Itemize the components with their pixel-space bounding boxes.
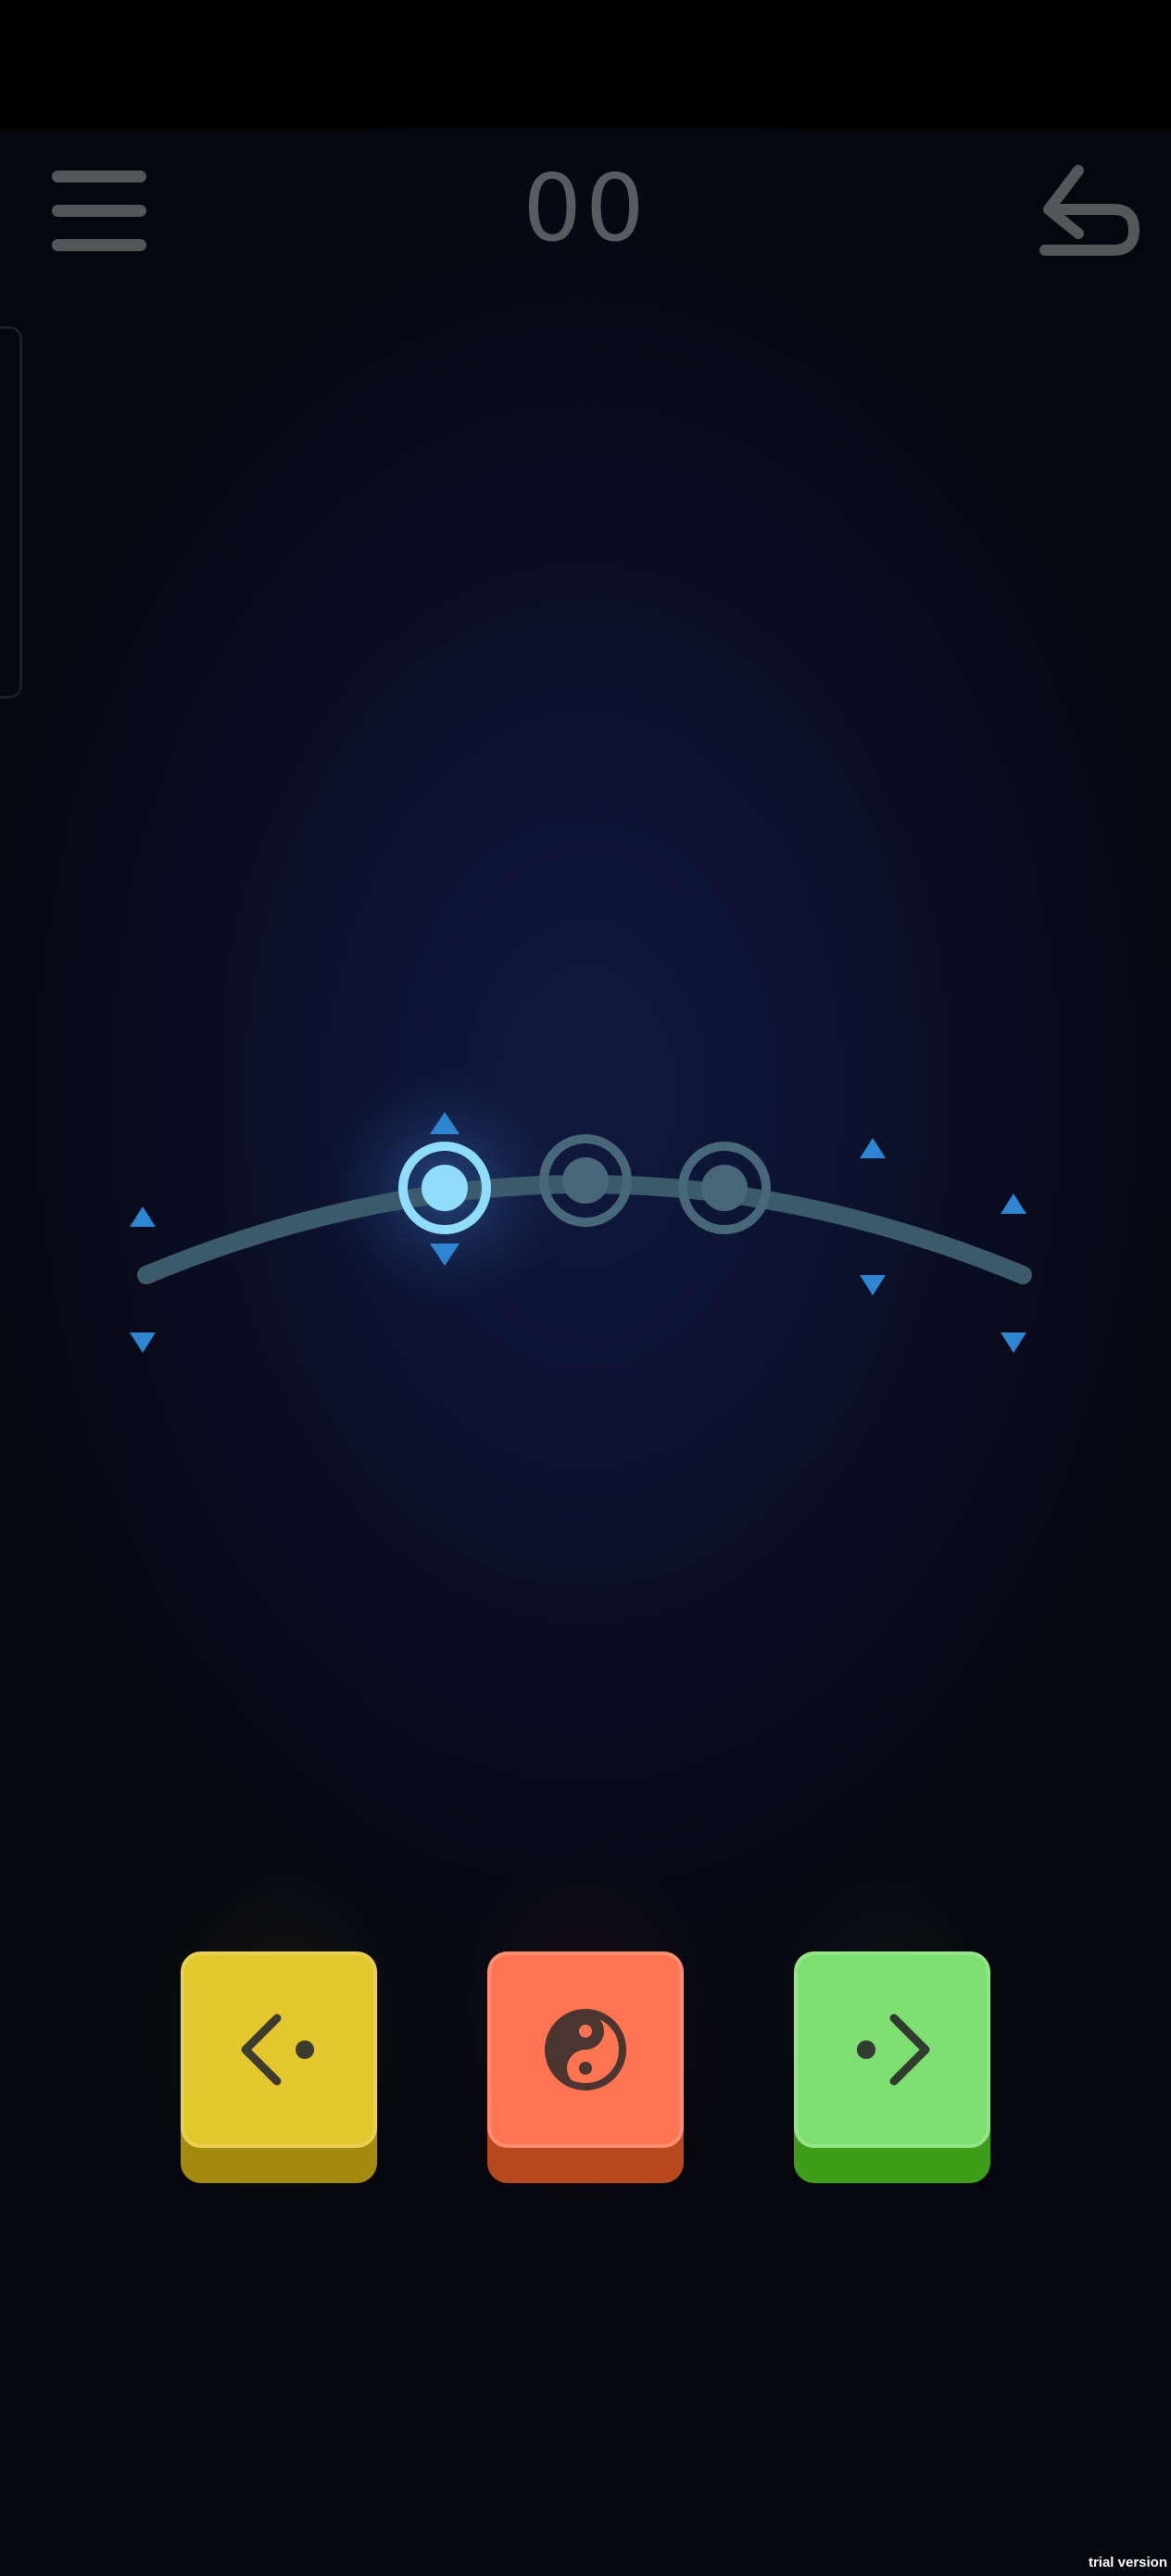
arrow-down-icon[interactable] [1001,1332,1026,1353]
move-counter: 00 [523,154,648,262]
hamburger-menu-icon [52,170,146,183]
chevron-left-dot-icon [241,2014,314,2086]
chevron-right-dot-icon [857,2014,930,2086]
control-pad [0,1927,1171,2224]
move-right-button[interactable] [794,1951,990,2183]
undo-arrow-icon [1039,165,1140,256]
arrow-down-icon[interactable] [130,1332,156,1353]
move-left-button[interactable] [181,1951,377,2183]
arrow-up-icon[interactable] [1001,1193,1026,1214]
swap-button[interactable] [487,1951,684,2183]
trial-watermark: trial version [1088,2555,1167,2570]
game-screen: 00 trial version [0,0,1171,2576]
puzzle-board [130,1067,1032,1353]
undo-button[interactable] [1038,159,1141,263]
status-bar [0,0,1171,128]
arrow-up-icon[interactable] [860,1138,886,1158]
arrow-down-icon[interactable] [860,1275,886,1295]
menu-button[interactable] [50,167,150,256]
side-drawer-handle[interactable] [0,326,22,699]
yin-yang-icon [545,2009,626,2090]
arrow-up-icon[interactable] [130,1206,156,1227]
